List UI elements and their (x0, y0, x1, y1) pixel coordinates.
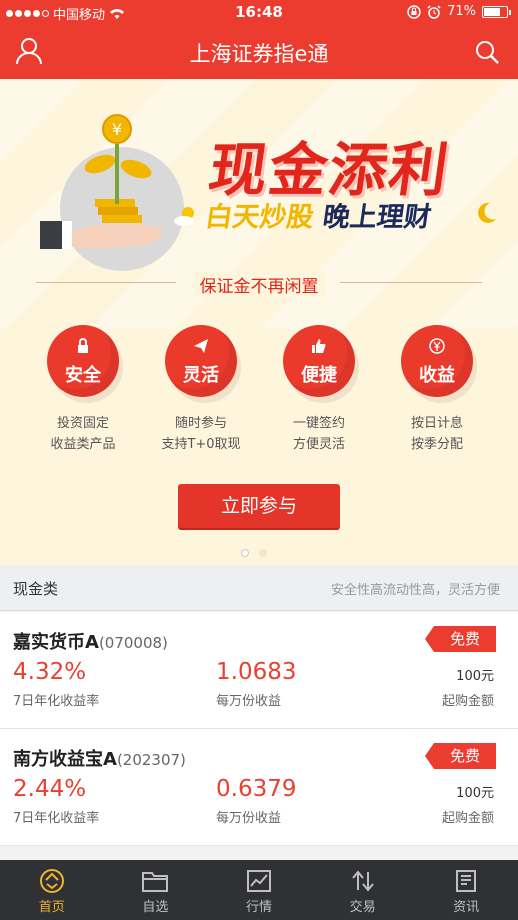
bottom-nav: 首页 自选 行情 交易 资讯 (0, 860, 518, 920)
feature-desc-line: 按季分配 (410, 437, 463, 452)
fund-card[interactable]: 南方收益宝A(202307) 免费 2.44% 7日年化收益率 0.6379 每… (0, 729, 518, 846)
nav-label: 首页 (38, 900, 65, 915)
free-badge: 免费 (425, 626, 496, 652)
feature-desc-line: 随时参与 (174, 416, 227, 431)
feature-badge: 便捷 (283, 325, 355, 397)
nav-item-home[interactable]: 首页 (0, 860, 104, 920)
thumbs-up-icon (312, 339, 326, 353)
annual-yield-label: 7日年化收益率 (13, 811, 100, 826)
feature-label: 灵活 (183, 365, 219, 386)
fund-name: 南方收益宝A(202307) (13, 745, 186, 771)
nav-label: 交易 (349, 900, 376, 915)
feature-badge: 安全 (47, 325, 119, 397)
fund-name: 嘉实货币A(070008) (13, 628, 168, 654)
battery-fill (484, 7, 500, 16)
fund-card[interactable]: 嘉实货币A(070008) 免费 4.32% 7日年化收益率 1.0683 每万… (0, 612, 518, 729)
fund-name-text: 南方收益宝A (13, 749, 117, 770)
feature-desc-line: 方便灵活 (292, 437, 345, 452)
pager-dot-active[interactable] (241, 549, 249, 557)
promo-sub-day: 白天炒股 (203, 202, 316, 233)
nav-label: 资讯 (453, 900, 480, 915)
feature-label: 便捷 (301, 365, 337, 386)
search-icon[interactable] (474, 39, 500, 65)
feature-label: 收益 (419, 365, 455, 386)
battery-percent: 71% (447, 4, 476, 19)
min-purchase-value: 100元 (456, 669, 494, 684)
top-bar: 中国移动 16:48 71% 上海证券指e通 (0, 0, 518, 79)
promo-sub-night: 晚上理财 (320, 202, 434, 233)
feature-desc-line: 投资固定 (56, 416, 109, 431)
status-bar: 中国移动 16:48 71% (0, 0, 518, 26)
fund-name-text: 嘉实货币A (13, 632, 99, 653)
feature-convenient: 便捷 一键签约 方便灵活 (263, 325, 375, 455)
news-icon (456, 870, 477, 892)
nav-item-watchlist[interactable]: 自选 (104, 860, 208, 920)
feature-desc-line: 收益类产品 (50, 437, 116, 452)
chart-icon (246, 870, 271, 892)
feature-profit: 收益 按日计息 按季分配 (381, 325, 493, 455)
folder-icon (142, 872, 169, 892)
home-icon (39, 869, 64, 893)
feature-label: 安全 (65, 365, 101, 386)
pager-dot[interactable] (259, 549, 267, 557)
feature-desc-line: 支持T+0取现 (161, 437, 241, 452)
income-value: 0.6379 (216, 776, 297, 802)
min-purchase-value: 100元 (456, 786, 494, 801)
promo-subtitle: 白天炒股 晚上理财 (203, 195, 434, 234)
feature-desc: 一键签约 方便灵活 (263, 413, 375, 455)
annual-yield-label: 7日年化收益率 (13, 694, 100, 709)
free-badge: 免费 (425, 743, 496, 769)
nav-label: 行情 (245, 900, 272, 915)
section-title: 现金类 (13, 580, 59, 598)
feature-desc-line: 按日计息 (410, 416, 463, 431)
yen-coin-icon (429, 338, 445, 354)
feature-flexible: 灵活 随时参与 支持T+0取现 (145, 325, 257, 455)
feature-desc: 按日计息 按季分配 (381, 413, 493, 455)
money-tree-illustration: ¥ (40, 114, 184, 271)
join-now-button[interactable]: 立即参与 (178, 484, 340, 528)
promo-banner[interactable]: ¥ 现金添利 白天炒股 晚上理财 保证金不再闲置 安全 投资固定 收益类产品 灵… (0, 79, 518, 565)
feature-badge: 收益 (401, 325, 473, 397)
annual-yield-value: 4.32% (13, 659, 87, 685)
fund-code: (202307) (116, 751, 186, 769)
income-label: 每万份收益 (216, 694, 282, 709)
income-label: 每万份收益 (216, 811, 282, 826)
nav-item-trade[interactable]: 交易 (311, 860, 415, 920)
feature-safe: 安全 投资固定 收益类产品 (27, 325, 139, 455)
slogan: 保证金不再闲置 (193, 272, 325, 297)
svg-text:¥: ¥ (112, 120, 122, 139)
income-value: 1.0683 (216, 659, 297, 685)
nav-item-market[interactable]: 行情 (207, 860, 311, 920)
fund-code: (070008) (98, 634, 168, 652)
nav-label: 自选 (142, 900, 169, 915)
nav-item-news[interactable]: 资讯 (414, 860, 518, 920)
rotation-lock-icon (407, 4, 421, 19)
min-purchase-label: 起购金额 (441, 811, 494, 826)
annual-yield-value: 2.44% (13, 776, 87, 802)
feature-desc: 投资固定 收益类产品 (27, 413, 139, 455)
section-subtitle: 安全性高流动性高，灵活方便 (330, 583, 500, 598)
carousel-pager[interactable] (241, 549, 267, 557)
sun-cloud-icon (174, 207, 194, 226)
min-purchase-label: 起购金额 (441, 694, 494, 709)
alarm-icon (427, 4, 441, 19)
slogan-wrap: 保证金不再闲置 (0, 272, 518, 297)
section-header: 现金类 安全性高流动性高，灵活方便 (0, 565, 518, 611)
feature-desc: 随时参与 支持T+0取现 (145, 413, 257, 455)
paper-plane-icon (194, 339, 208, 353)
page-title: 上海证券指e通 (189, 42, 329, 66)
feature-badge: 灵活 (165, 325, 237, 397)
status-right: 71% (407, 4, 511, 19)
moon-icon (478, 202, 496, 223)
trade-arrows-icon (351, 870, 374, 892)
feature-desc-line: 一键签约 (292, 416, 345, 431)
lock-icon (78, 338, 88, 353)
battery-icon (482, 5, 511, 18)
